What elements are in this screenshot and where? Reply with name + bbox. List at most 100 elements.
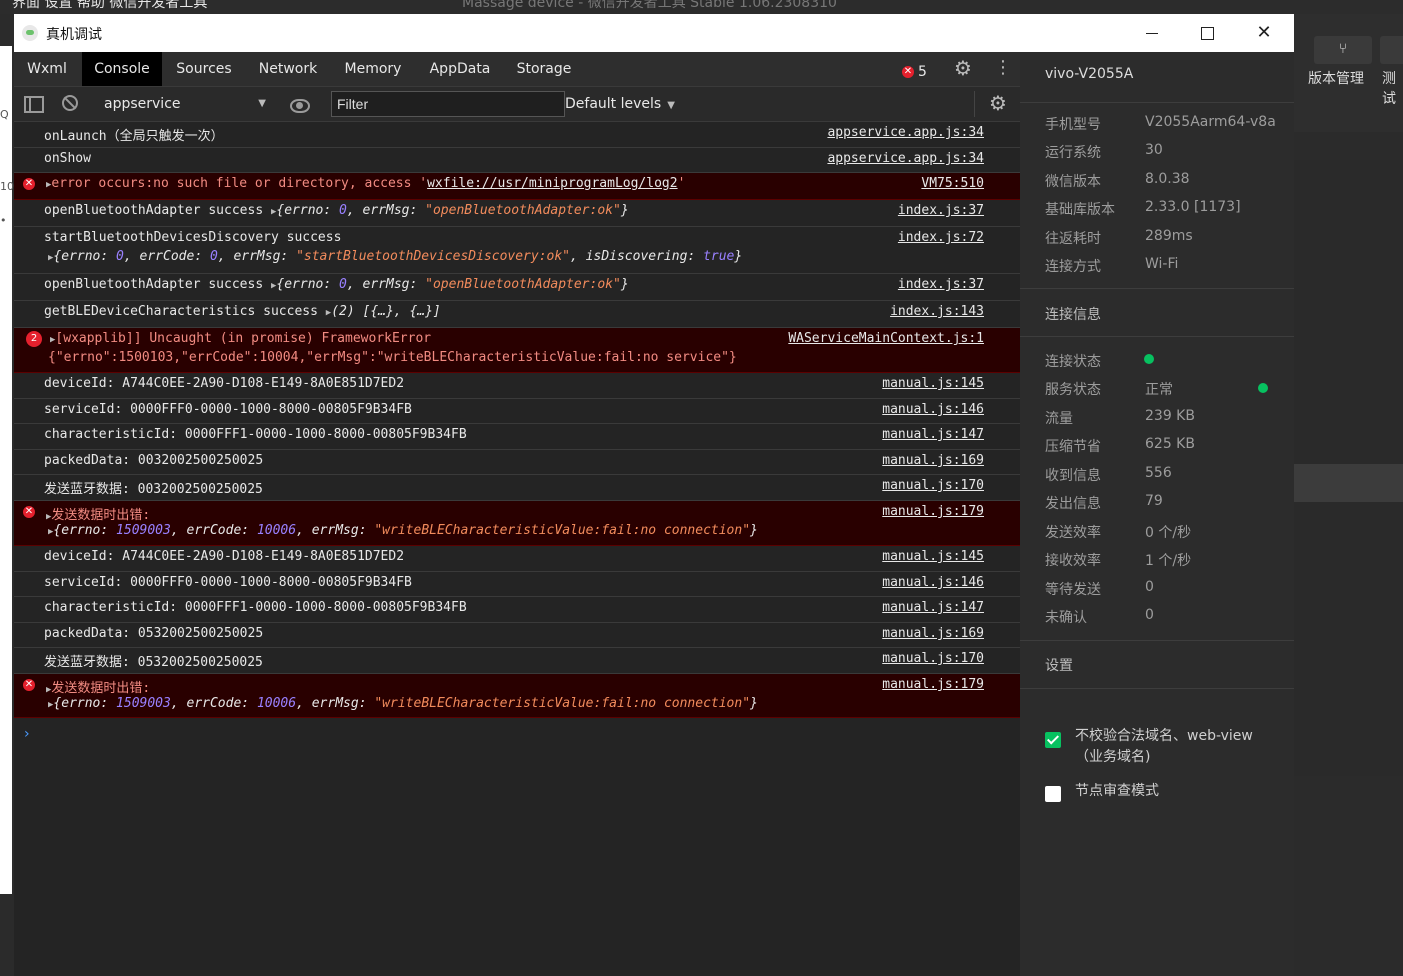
- toolbar-divider: [974, 91, 975, 117]
- console-source-link[interactable]: manual.js:147: [882, 427, 984, 442]
- console-source-link[interactable]: manual.js:179: [882, 504, 984, 519]
- console-source-link[interactable]: manual.js:145: [882, 549, 984, 564]
- log-levels-dropdown[interactable]: Default levels ▼: [565, 93, 675, 117]
- console-row: serviceId: 0000FFF0-0000-1000-8000-00805…: [14, 572, 1020, 597]
- error-count: 5: [918, 64, 927, 80]
- console-source-link[interactable]: manual.js:170: [882, 478, 984, 493]
- console-row: onShow appservice.app.js:34: [14, 148, 1020, 173]
- conn-key: 发出信息: [1045, 496, 1101, 512]
- context-select[interactable]: appservice ▼: [104, 93, 270, 115]
- console-source-link[interactable]: appservice.app.js:34: [827, 151, 984, 166]
- error-counter[interactable]: ✕ 5: [902, 61, 927, 80]
- console-source-link[interactable]: manual.js:179: [882, 677, 984, 692]
- remote-debug-window: 真机调试 ✕ Wxml Console Sources Network Memo…: [14, 14, 1294, 976]
- console-row: openBluetoothAdapter success ▶{errno: 0,…: [14, 200, 1020, 227]
- service-status-dot: [1258, 383, 1268, 393]
- log-text: openBluetoothAdapter success: [44, 277, 264, 292]
- console-settings-gear-icon[interactable]: ⚙: [989, 93, 1007, 113]
- info-value: V2055Aarm64-v8a: [1145, 114, 1276, 130]
- object-preview[interactable]: ▶{errno: 1509003, errCode: 10006, errMsg…: [48, 696, 758, 711]
- divider: [1020, 288, 1294, 289]
- console-source-link[interactable]: index.js:37: [898, 277, 984, 292]
- console-message: serviceId: 0000FFF0-0000-1000-8000-00805…: [44, 575, 412, 590]
- console-row: startBluetoothDevicesDiscovery success ▶…: [14, 227, 1020, 274]
- background-edge-dot: •: [0, 214, 7, 227]
- console-row: 发送蓝牙数据: 0032002500250025 manual.js:170: [14, 475, 1020, 501]
- console-message: openBluetoothAdapter success ▶{errno: 0,…: [44, 203, 629, 218]
- console-prompt[interactable]: ›: [24, 726, 30, 742]
- console-message: openBluetoothAdapter success ▶{errno: 0,…: [44, 277, 629, 292]
- console-message: deviceId: A744C0EE-2A90-D108-E149-8A0E85…: [44, 376, 405, 391]
- background-left-panel: 10 • Q: [0, 14, 14, 976]
- window-title: 真机调试: [46, 27, 102, 43]
- node-inspect-checkbox[interactable]: [1045, 786, 1061, 802]
- console-source-link[interactable]: VM75:510: [921, 176, 984, 191]
- tab-network[interactable]: Network: [252, 52, 324, 86]
- console-source-link[interactable]: manual.js:146: [882, 402, 984, 417]
- info-key: 连接方式: [1045, 259, 1101, 275]
- object-preview[interactable]: {errno: 0, errMsg: "openBluetoothAdapter…: [276, 203, 628, 218]
- conn-value: 556: [1145, 465, 1172, 481]
- maximize-button[interactable]: [1187, 20, 1227, 46]
- console-source-link[interactable]: manual.js:169: [882, 626, 984, 641]
- divider: [1020, 336, 1294, 337]
- info-value: Wi-Fi: [1145, 256, 1179, 272]
- console-source-link[interactable]: manual.js:146: [882, 575, 984, 590]
- console-row: deviceId: A744C0EE-2A90-D108-E149-8A0E85…: [14, 373, 1020, 399]
- error-detail: {"errno":1500103,"errCode":10004,"errMsg…: [48, 350, 737, 365]
- console-source-link[interactable]: appservice.app.js:34: [827, 125, 984, 140]
- console-message: ▶发送数据时出错:: [46, 504, 150, 523]
- console-source-link[interactable]: WAServiceMainContext.js:1: [788, 331, 984, 346]
- console-message: ▶发送数据时出错:: [46, 677, 150, 696]
- console-source-link[interactable]: index.js:143: [890, 304, 984, 319]
- console-source-link[interactable]: index.js:72: [898, 230, 984, 245]
- array-preview[interactable]: (2) [{…}, {…}]: [331, 304, 441, 319]
- console-source-link[interactable]: index.js:37: [898, 203, 984, 218]
- close-button[interactable]: ✕: [1244, 20, 1284, 46]
- node-inspect-label[interactable]: 节点审查模式: [1075, 781, 1159, 802]
- filter-input[interactable]: [331, 91, 565, 117]
- tab-memory[interactable]: Memory: [338, 52, 408, 86]
- console-message: deviceId: A744C0EE-2A90-D108-E149-8A0E85…: [44, 549, 405, 564]
- skip-domain-check-label[interactable]: 不校验合法域名、web-view（业务域名): [1075, 726, 1265, 768]
- console-source-link[interactable]: manual.js:147: [882, 600, 984, 615]
- tab-sources[interactable]: Sources: [168, 52, 240, 86]
- error-icon: ✕: [23, 679, 35, 691]
- console-message: ▶error occurs:no such file or directory,…: [46, 176, 685, 191]
- device-info-sidebar: vivo-V2055A 手机型号 V2055Aarm64-v8a 运行系统 30 微…: [1020, 52, 1294, 976]
- settings-title: 设置: [1045, 658, 1073, 674]
- error-repeat-badge: 2: [26, 331, 42, 347]
- tab-appdata[interactable]: AppData: [424, 52, 496, 86]
- sidebar-toggle-icon[interactable]: [24, 96, 44, 113]
- console-message: getBLEDeviceCharacteristics success ▶(2)…: [44, 304, 441, 319]
- console-source-link[interactable]: manual.js:169: [882, 453, 984, 468]
- object-preview[interactable]: ▶{errno: 1509003, errCode: 10006, errMsg…: [48, 523, 758, 538]
- devtools-panel: Wxml Console Sources Network Memory AppD…: [14, 52, 1020, 976]
- conn-key: 收到信息: [1045, 468, 1101, 484]
- object-preview[interactable]: {errno: 0, errMsg: "openBluetoothAdapter…: [276, 277, 628, 292]
- log-text: getBLEDeviceCharacteristics success: [44, 304, 318, 319]
- version-manage-button[interactable]: ⑂: [1314, 36, 1372, 64]
- skip-domain-check-checkbox[interactable]: [1045, 732, 1061, 748]
- tab-console[interactable]: Console: [82, 52, 162, 86]
- tab-wxml[interactable]: Wxml: [14, 52, 80, 86]
- console-source-link[interactable]: manual.js:170: [882, 651, 984, 666]
- background-titlebar: 界面 设置 帮助 微信开发者工具 Massage device - 微信开发者工…: [0, 0, 1403, 14]
- file-link[interactable]: wxfile://usr/miniprogramLog/log2: [427, 176, 677, 191]
- conn-key: 发送效率: [1045, 525, 1101, 541]
- minimize-button[interactable]: [1132, 20, 1172, 46]
- conn-value: 0: [1145, 579, 1154, 595]
- console-source-link[interactable]: manual.js:145: [882, 376, 984, 391]
- console-row: 发送蓝牙数据: 0532002500250025 manual.js:170: [14, 648, 1020, 674]
- test-button[interactable]: [1380, 36, 1403, 64]
- console-error-row: 2 ▶[wxapplib]] Uncaught (in promise) Fra…: [14, 328, 1020, 373]
- tab-storage[interactable]: Storage: [512, 52, 576, 86]
- clear-console-icon[interactable]: [62, 95, 78, 111]
- console-message: packedData: 0032002500250025: [44, 453, 264, 468]
- settings-gear-icon[interactable]: ⚙: [954, 58, 972, 78]
- info-key: 运行系统: [1045, 145, 1101, 161]
- live-expression-eye-icon[interactable]: [290, 99, 310, 113]
- more-menu-icon[interactable]: ⋮: [994, 58, 1012, 78]
- object-preview[interactable]: ▶{errno: 0, errCode: 0, errMsg: "startBl…: [48, 249, 742, 264]
- console-row: getBLEDeviceCharacteristics success ▶(2)…: [14, 301, 1020, 328]
